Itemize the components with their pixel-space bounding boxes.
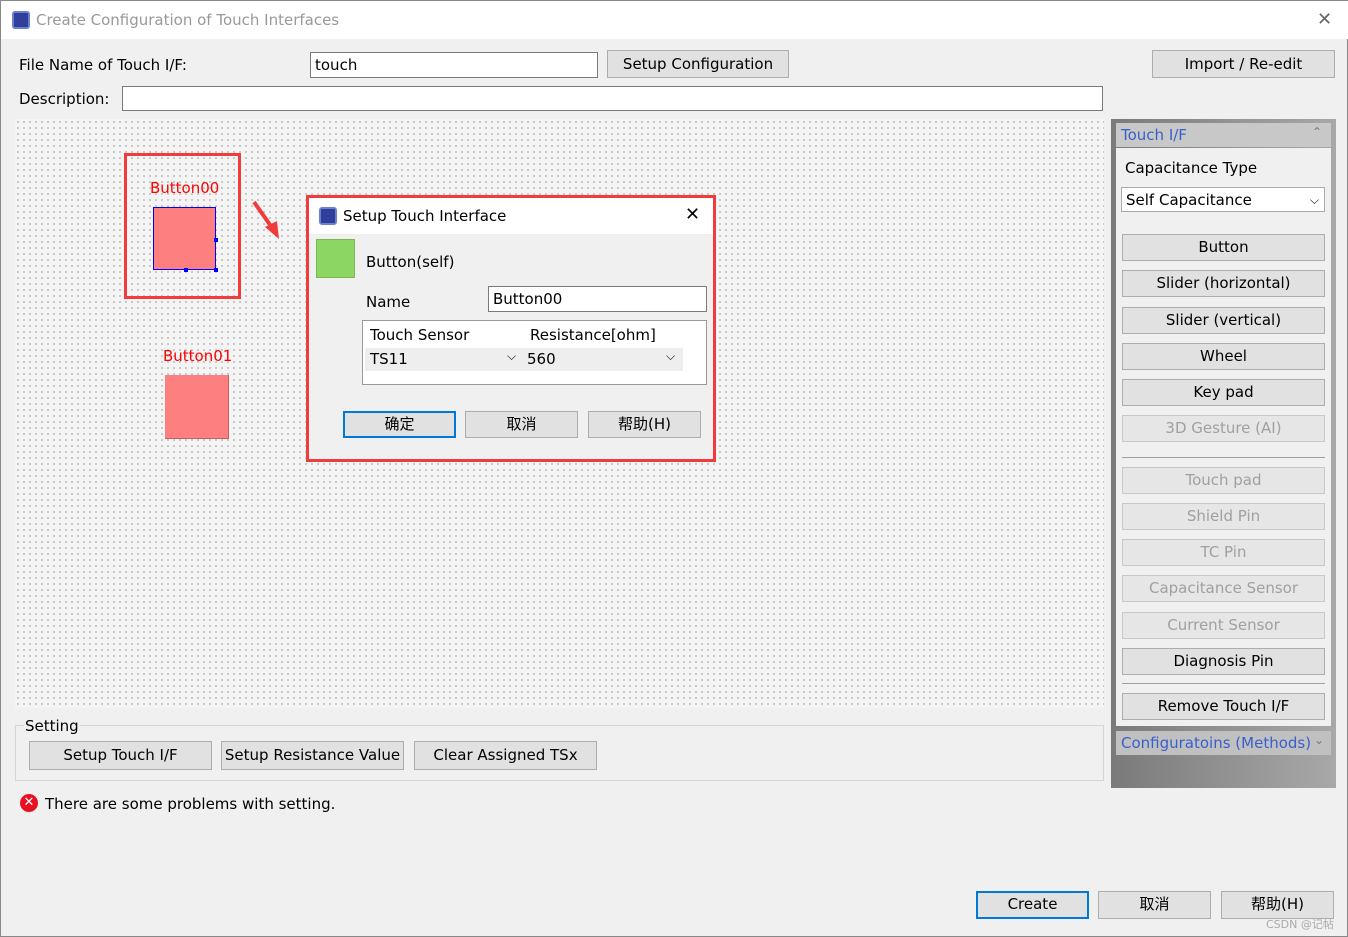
sensor-table: Touch Sensor Resistance[ohm] TS11 ⌵ 560 … bbox=[362, 320, 707, 385]
palette-item-diagnosis-pin[interactable]: Diagnosis Pin bbox=[1122, 648, 1325, 675]
palette-item-touch-pad: Touch pad bbox=[1122, 467, 1325, 494]
dialog-title: Setup Touch Interface bbox=[343, 207, 507, 225]
title-bar: Create Configuration of Touch Interfaces… bbox=[1, 1, 1348, 39]
cancel-button[interactable]: 取消 bbox=[1098, 891, 1211, 919]
chevron-down-icon: ⌵ bbox=[666, 349, 676, 363]
clear-assigned-tsx-button[interactable]: Clear Assigned TSx bbox=[414, 741, 597, 770]
button00-shape[interactable] bbox=[153, 207, 216, 270]
dialog-title-bar: Setup Touch Interface ✕ bbox=[309, 198, 713, 234]
cancel-button[interactable]: 取消 bbox=[465, 411, 578, 438]
palette-item-capacitance-sensor: Capacitance Sensor bbox=[1122, 575, 1325, 602]
capacitance-type-value: Self Capacitance bbox=[1126, 191, 1252, 209]
remove-touch-if-button[interactable]: Remove Touch I/F bbox=[1122, 693, 1325, 720]
help-button[interactable]: 帮助(H) bbox=[588, 411, 701, 438]
palette-item-current-sensor: Current Sensor bbox=[1122, 612, 1325, 639]
setting-title: Setting bbox=[24, 717, 80, 735]
setup-touch-if-button[interactable]: Setup Touch I/F bbox=[29, 741, 212, 770]
divider bbox=[1122, 683, 1325, 684]
chevron-down-icon: ⌵ bbox=[1309, 193, 1319, 207]
divider bbox=[1122, 457, 1325, 458]
description-input[interactable] bbox=[122, 86, 1103, 111]
window-title: Create Configuration of Touch Interfaces bbox=[36, 11, 340, 29]
arrow-annotation-icon bbox=[252, 200, 279, 239]
capacitance-type-select[interactable]: Self Capacitance ⌵ bbox=[1121, 187, 1325, 212]
resistance-value: 560 bbox=[527, 350, 556, 368]
resistance-select[interactable]: 560 ⌵ bbox=[523, 348, 683, 371]
resize-handle[interactable] bbox=[214, 268, 218, 272]
palette-item-key-pad[interactable]: Key pad bbox=[1122, 379, 1325, 406]
import-reedit-button[interactable]: Import / Re-edit bbox=[1152, 50, 1335, 78]
button01-shape[interactable] bbox=[165, 375, 229, 439]
palette-item-button[interactable]: Button bbox=[1122, 234, 1325, 261]
methods-header-label: Configuratoins (Methods) bbox=[1121, 734, 1312, 752]
setup-touch-interface-dialog: Setup Touch Interface ✕ Button(self) Nam… bbox=[306, 195, 716, 462]
palette-item-shield-pin: Shield Pin bbox=[1122, 503, 1325, 530]
app-icon bbox=[319, 207, 337, 225]
touch-sensor-select[interactable]: TS11 ⌵ bbox=[365, 348, 523, 371]
type-label: Button(self) bbox=[366, 253, 455, 271]
error-icon: ✕ bbox=[20, 794, 38, 812]
button00-label: Button00 bbox=[150, 179, 220, 197]
close-icon[interactable]: ✕ bbox=[685, 204, 700, 225]
expand-icon[interactable]: ⌄ bbox=[1314, 733, 1324, 747]
file-name-input[interactable]: touch bbox=[310, 52, 598, 78]
touch-if-header[interactable]: Touch I/F ⌃ bbox=[1116, 123, 1331, 147]
palette-item-3d-gesture-ai: 3D Gesture (AI) bbox=[1122, 415, 1325, 442]
touch-if-header-label: Touch I/F bbox=[1121, 126, 1187, 144]
palette-item-slider-vertical[interactable]: Slider (vertical) bbox=[1122, 307, 1325, 334]
close-icon[interactable]: ✕ bbox=[1317, 9, 1332, 30]
capacitance-type-label: Capacitance Type bbox=[1125, 159, 1258, 177]
help-button[interactable]: 帮助(H) bbox=[1221, 891, 1334, 919]
create-button[interactable]: Create bbox=[976, 891, 1089, 919]
button01-label: Button01 bbox=[163, 347, 233, 365]
chevron-down-icon: ⌵ bbox=[507, 349, 517, 363]
resize-handle[interactable] bbox=[184, 268, 188, 272]
setup-resistance-button[interactable]: Setup Resistance Value bbox=[221, 741, 404, 770]
touch-sensor-value: TS11 bbox=[370, 350, 408, 368]
status-message: There are some problems with setting. bbox=[45, 795, 336, 813]
palette-item-slider-horizontal[interactable]: Slider (horizontal) bbox=[1122, 270, 1325, 297]
col-header-resistance: Resistance[ohm] bbox=[530, 326, 656, 344]
description-label: Description: bbox=[19, 90, 110, 108]
file-name-label: File Name of Touch I/F: bbox=[19, 56, 187, 74]
col-header-touch-sensor: Touch Sensor bbox=[370, 326, 470, 344]
type-color-swatch bbox=[316, 239, 355, 278]
palette-item-wheel[interactable]: Wheel bbox=[1122, 343, 1325, 370]
watermark: CSDN @记帖 bbox=[1266, 918, 1334, 931]
resize-handle[interactable] bbox=[214, 238, 218, 242]
name-input[interactable]: Button00 bbox=[488, 286, 707, 312]
collapse-icon[interactable]: ⌃ bbox=[1312, 125, 1322, 139]
setup-configuration-button[interactable]: Setup Configuration bbox=[607, 50, 789, 78]
palette-item-tc-pin: TC Pin bbox=[1122, 539, 1325, 566]
ok-button[interactable]: 确定 bbox=[343, 411, 456, 438]
app-icon bbox=[12, 11, 30, 29]
methods-header[interactable]: Configuratoins (Methods) ⌄ bbox=[1116, 731, 1331, 755]
name-label: Name bbox=[366, 293, 411, 311]
